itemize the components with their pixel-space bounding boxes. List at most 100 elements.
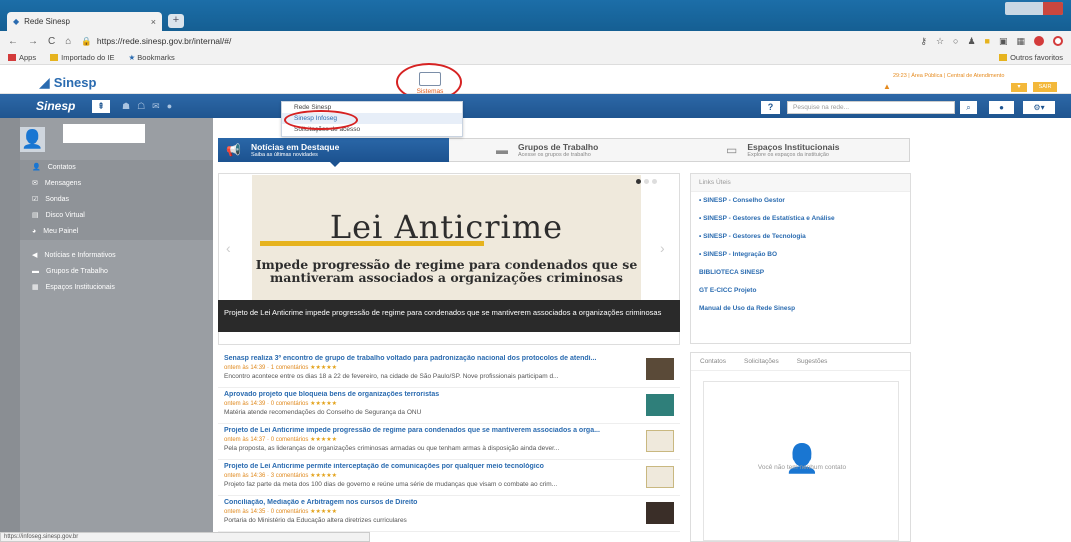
bookmarks-bar: Apps Importado do IE ★ Bookmarks Outros … xyxy=(0,51,1071,65)
browser-tab[interactable]: ◆ Rede Sinesp × xyxy=(7,12,162,31)
link-item[interactable]: GT E-CICC Projeto xyxy=(691,282,910,300)
sinesp-logo-icon: ◢ xyxy=(39,74,50,90)
new-tab-button[interactable]: + xyxy=(168,14,184,28)
users-icon[interactable]: ☗ xyxy=(122,101,130,112)
link-item[interactable]: • SINESP - Integração BO xyxy=(691,246,910,264)
sidebar-item-noticias[interactable]: ◀ Notícias e Informativos xyxy=(20,248,213,264)
opera-icon[interactable] xyxy=(1053,36,1063,46)
carousel-dot[interactable] xyxy=(644,179,649,184)
red-extension-icon[interactable] xyxy=(1034,36,1044,46)
link-item[interactable]: • SINESP - Gestores de Tecnologia xyxy=(691,228,910,246)
carousel-dot[interactable] xyxy=(636,179,641,184)
sidebar-item-espacos[interactable]: ▦ Espaços Institucionais xyxy=(20,280,213,296)
user-icon[interactable]: ▲ xyxy=(883,82,892,91)
star-icon[interactable]: ☆ xyxy=(936,36,944,47)
briefcase-icon: ▬ xyxy=(496,143,508,157)
contacts-empty-message: Você não tem nenhum contato xyxy=(757,464,847,471)
sinesp-logo-text: Sinesp xyxy=(53,75,97,90)
document-icon: ▭ xyxy=(726,143,738,157)
news-thumbnail[interactable] xyxy=(646,466,674,488)
tab-solicitacoes[interactable]: Solicitações xyxy=(744,358,779,365)
window-close-button[interactable] xyxy=(1043,2,1063,15)
left-sidebar-strip xyxy=(0,118,20,542)
circle-icon[interactable]: ○ xyxy=(953,36,958,46)
megaphone-icon: ◀ xyxy=(32,252,38,259)
folder-icon[interactable]: ■ xyxy=(985,36,990,46)
sidebar-item-contatos[interactable]: 👤 Contatos xyxy=(20,160,213,176)
key-icon[interactable]: ⚷ xyxy=(920,36,927,47)
search-icon[interactable]: ⌕ xyxy=(960,101,977,114)
link-item[interactable]: BIBLIOTECA SINESP xyxy=(691,264,910,282)
bookmark-other[interactable]: Outros favoritos xyxy=(999,53,1063,62)
check-icon: ☑ xyxy=(32,196,39,203)
close-icon[interactable]: × xyxy=(151,17,156,27)
window-controls[interactable] xyxy=(1005,2,1063,15)
navbar-logo[interactable]: Sinesp xyxy=(36,99,75,113)
bookmark-bookmarks[interactable]: ★ Bookmarks xyxy=(128,53,174,62)
sinesp-logo[interactable]: ◢ Sinesp xyxy=(39,74,96,91)
slide-subline: Impede progressão de regime para condena… xyxy=(255,257,638,285)
chevron-left-icon[interactable]: ‹ xyxy=(226,240,231,256)
home-icon[interactable]: ⌂ xyxy=(65,36,71,47)
news-thumbnail[interactable] xyxy=(646,502,674,524)
bookmark-apps[interactable]: Apps xyxy=(8,53,36,62)
tab-contatos[interactable]: Contatos xyxy=(700,358,726,365)
pin-icon[interactable]: ⇞ xyxy=(92,100,110,113)
sidebar-item-grupos[interactable]: ▬ Grupos de Trabalho xyxy=(20,264,213,280)
list-item[interactable]: Conciliação, Mediação e Arbitragem nos c… xyxy=(218,496,680,532)
tab-grupos[interactable]: ▬ Grupos de Trabalho Acesse os grupos de … xyxy=(488,138,688,162)
user-name-box xyxy=(63,124,145,143)
slide-caption[interactable]: Projeto de Lei Anticrime impede progress… xyxy=(218,300,680,332)
sidebar-item-sondas[interactable]: ☑ Sondas xyxy=(20,192,213,208)
link-item[interactable]: • SINESP - Gestores de Estatística e Aná… xyxy=(691,210,910,228)
sidebar-item-mensagens[interactable]: ✉ Mensagens xyxy=(20,176,213,192)
news-thumbnail[interactable] xyxy=(646,394,674,416)
person-icon: 👤 xyxy=(32,164,41,171)
building-icon: ▦ xyxy=(32,284,39,291)
gear-icon[interactable]: ⚙▾ xyxy=(1023,101,1055,114)
sinesp-favicon-icon: ◆ xyxy=(13,17,20,26)
sidebar-item-painel[interactable]: ◕ Meu Painel xyxy=(20,224,213,240)
avatar[interactable]: 👤 xyxy=(20,127,45,152)
disk-icon: ▤ xyxy=(32,212,39,219)
chevron-down-icon[interactable]: ▾ xyxy=(1011,83,1027,92)
list-item[interactable]: Senasp realiza 3º encontro de grupo de t… xyxy=(218,352,680,388)
tab-noticias[interactable]: 📢 Notícias em Destaque Saiba as últimas n… xyxy=(218,138,449,162)
slide-underline xyxy=(260,241,484,246)
header-info[interactable]: 29:23 | Área Pública | Central de Atendi… xyxy=(893,73,1004,79)
help-button[interactable]: ? xyxy=(761,101,780,114)
extension-icon[interactable]: ▣ xyxy=(999,36,1008,47)
list-item[interactable]: Projeto de Lei Anticrime permite interce… xyxy=(218,460,680,496)
highlight-circle-infoseg xyxy=(284,110,358,130)
list-item[interactable]: Aprovado projeto que bloqueia bens de or… xyxy=(218,388,680,424)
person-icon[interactable]: ♟ xyxy=(967,36,975,47)
back-icon[interactable]: ← xyxy=(8,36,18,47)
link-item[interactable]: Manual de Uso da Rede Sinesp xyxy=(691,300,910,318)
group-icon[interactable]: ☖ xyxy=(137,101,145,112)
url-field[interactable]: 🔒 https://rede.sinesp.gov.br/internal/#/ xyxy=(81,36,231,47)
forward-icon[interactable]: → xyxy=(28,36,38,47)
chat-bubble-icon[interactable]: ● xyxy=(989,101,1014,114)
list-item[interactable]: Projeto de Lei Anticrime impede progress… xyxy=(218,424,680,460)
news-thumbnail[interactable] xyxy=(646,430,674,452)
carousel-dot[interactable] xyxy=(652,179,657,184)
address-bar-row: ← → C ⌂ 🔒 https://rede.sinesp.gov.br/int… xyxy=(0,31,1071,51)
news-thumbnail[interactable] xyxy=(646,358,674,380)
chat-icon[interactable]: ● xyxy=(167,101,172,112)
reload-icon[interactable]: C xyxy=(48,36,55,47)
link-item[interactable]: • SINESP - Conselho Gestor xyxy=(691,192,910,210)
bookmark-imported[interactable]: Importado do IE xyxy=(50,53,114,62)
sair-button[interactable]: SAIR xyxy=(1033,82,1057,92)
chevron-right-icon[interactable]: › xyxy=(660,240,665,256)
sidebar-item-disco[interactable]: ▤ Disco Virtual xyxy=(20,208,213,224)
carousel-slide-image[interactable]: Lei Anticrime Impede progressão de regim… xyxy=(252,175,641,300)
links-header: Links Úteis xyxy=(691,174,910,192)
mail-icon[interactable]: ✉ xyxy=(152,101,160,112)
tab-sugestoes[interactable]: Sugestões xyxy=(797,358,828,365)
tab-espacos[interactable]: ▭ Espaços Institucionais Explore os espaç… xyxy=(718,138,908,162)
star-icon: ★ xyxy=(128,53,138,62)
folder-icon xyxy=(999,54,1008,61)
grid-icon[interactable]: ▦ xyxy=(1016,36,1025,47)
search-input[interactable]: Pesquise na rede... xyxy=(787,101,955,114)
sidebar-menu-main: 👤 Contatos ✉ Mensagens ☑ Sondas ▤ Disco Virt… xyxy=(20,160,213,240)
